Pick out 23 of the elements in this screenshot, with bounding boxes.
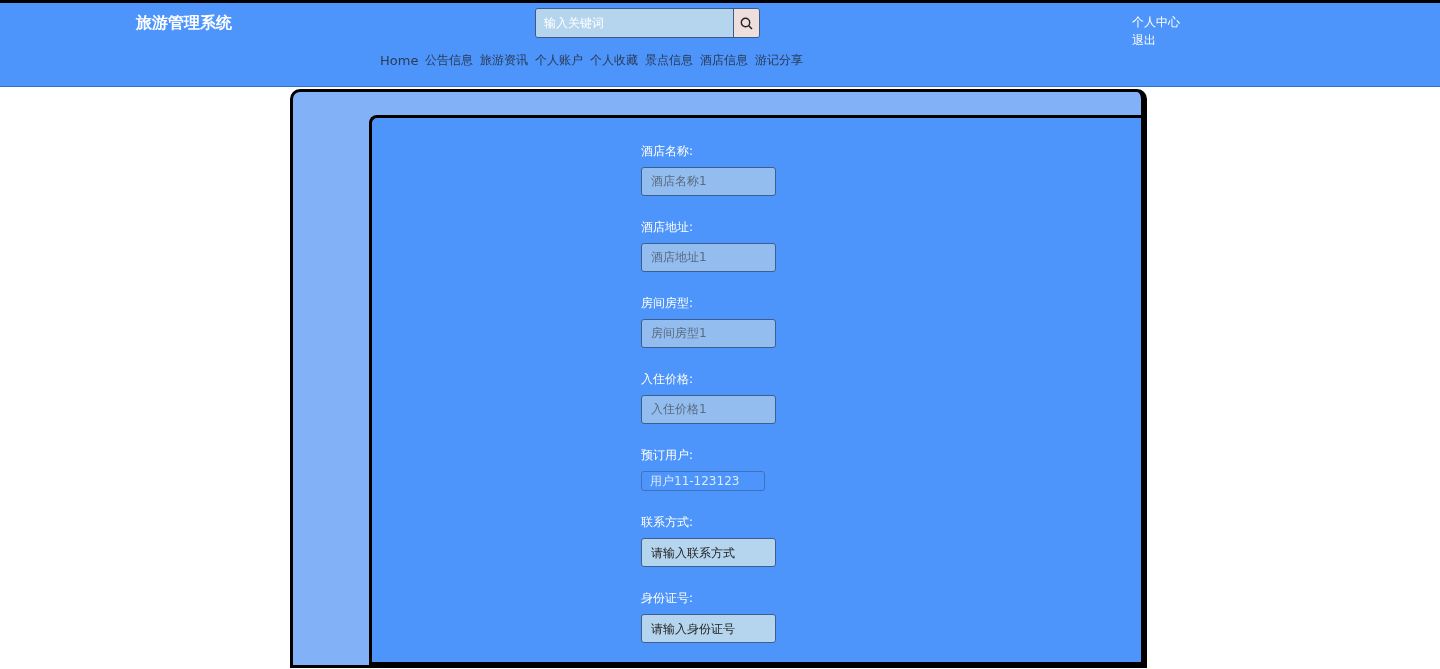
search-button[interactable]	[733, 9, 759, 37]
field-label: 身份证号:	[641, 590, 695, 607]
nav-link[interactable]: 公告信息	[425, 51, 474, 71]
input-field[interactable]: 请输入身份证号	[641, 614, 776, 643]
input-field[interactable]: 请输入联系方式	[641, 538, 776, 567]
user-link[interactable]: 个人中心	[1132, 13, 1180, 31]
field-label: 房间房型:	[641, 295, 695, 312]
search-icon	[740, 16, 753, 30]
field-label: 联系方式:	[641, 514, 695, 531]
user-link[interactable]: 退出	[1132, 31, 1180, 49]
search-field[interactable]: 输入关键词	[535, 8, 760, 38]
nav-link[interactable]: 酒店信息	[700, 51, 749, 71]
nav-link[interactable]: 旅游资讯	[480, 51, 529, 71]
nav-link[interactable]: 游记分享	[755, 51, 804, 71]
nav-link[interactable]: Home	[380, 51, 419, 71]
nav-link[interactable]: 个人收藏	[590, 51, 639, 71]
nav-link[interactable]: 景点信息	[645, 51, 694, 71]
site-title: 旅游管理系统	[136, 12, 232, 34]
field-label: 酒店名称:	[641, 143, 695, 160]
field-label: 入住价格:	[641, 371, 695, 388]
field-label: 酒店地址:	[641, 219, 695, 236]
field-label: 预订用户:	[641, 447, 695, 464]
nav-link[interactable]: 个人账户	[535, 51, 584, 71]
